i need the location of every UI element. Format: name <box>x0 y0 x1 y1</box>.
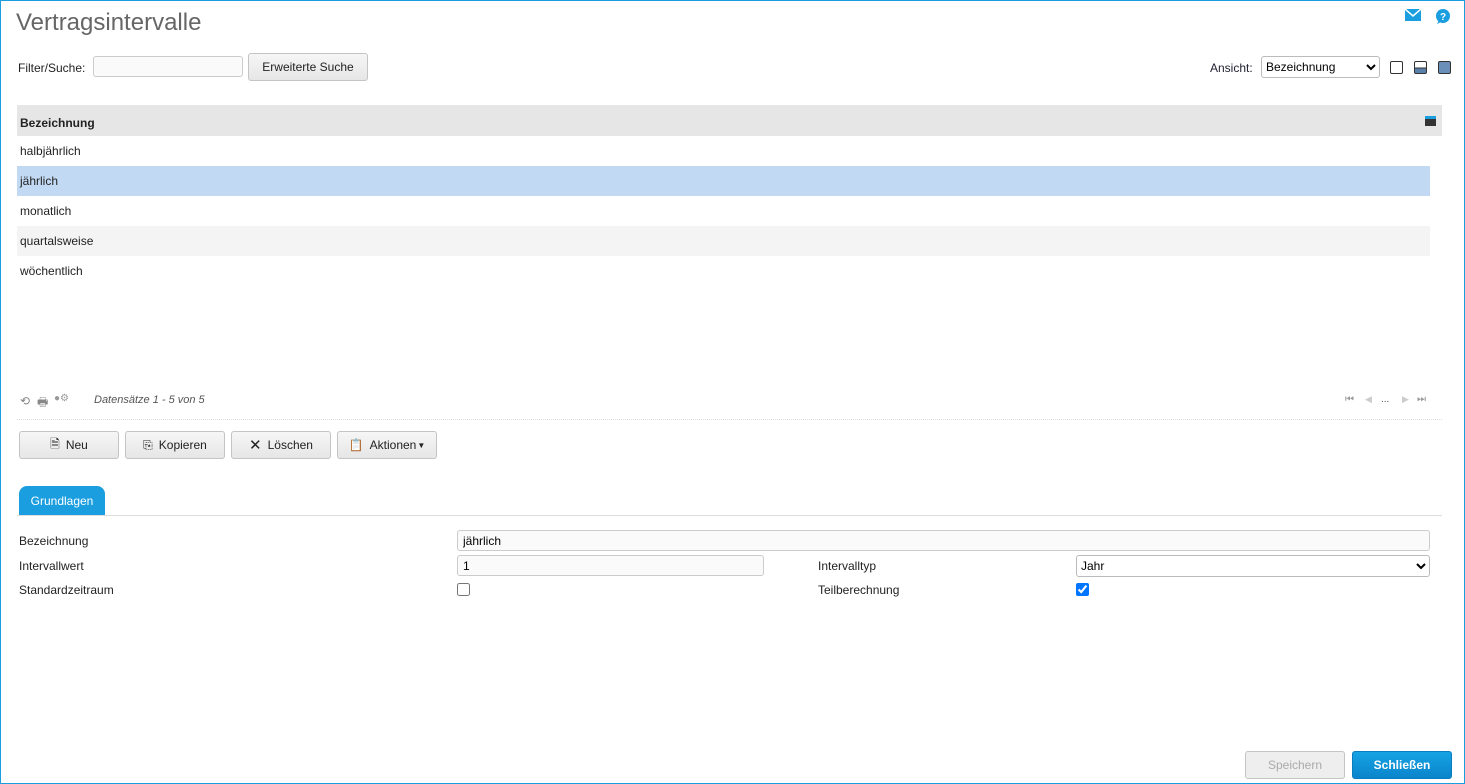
prev-page-icon[interactable]: ◀ <box>1365 394 1372 405</box>
delete-label: Löschen <box>267 438 313 452</box>
column-header-bezeichnung[interactable]: Bezeichnung <box>20 116 95 130</box>
data-grid: Bezeichnung halbjährlich jährlich monatl… <box>17 105 1442 286</box>
intervalltyp-label: Intervalltyp <box>818 559 877 573</box>
actions-label: Aktionen <box>369 438 417 452</box>
bezeichnung-input[interactable] <box>457 530 1430 551</box>
table-row[interactable]: halbjährlich <box>17 136 1430 166</box>
save-button[interactable]: Speichern <box>1245 751 1345 779</box>
document-icon: 🗎 <box>50 436 60 451</box>
copy-button[interactable]: ⎘ Kopieren <box>125 431 225 459</box>
record-count: Datensätze 1 - 5 von 5 <box>94 394 205 406</box>
standardzeitraum-checkbox[interactable] <box>457 583 470 596</box>
new-button[interactable]: 🗎 Neu <box>19 431 119 459</box>
teilberechnung-label: Teilberechnung <box>818 583 900 597</box>
actions-button[interactable]: 📋 Aktionen ▼ <box>337 431 437 459</box>
intervallwert-input[interactable] <box>457 555 764 576</box>
view-label: Ansicht: <box>1210 61 1253 75</box>
svg-text:?: ? <box>1440 12 1446 23</box>
view-select[interactable]: Bezeichnung <box>1261 56 1380 78</box>
view-layout-full-icon[interactable] <box>1438 61 1451 74</box>
mail-icon[interactable] <box>1404 8 1422 27</box>
delete-button[interactable]: ✕ Löschen <box>231 431 331 459</box>
refresh-icon[interactable]: ⟲ <box>20 394 30 408</box>
copy-label: Kopieren <box>158 438 207 452</box>
table-row[interactable]: wöchentlich <box>17 256 1430 286</box>
window: Vertragsintervalle ? Filter/Suche: Erwei… <box>0 0 1465 784</box>
filter-input[interactable] <box>93 56 243 77</box>
view-layout-single-icon[interactable] <box>1390 61 1403 74</box>
next-page-icon[interactable]: ▶ <box>1402 394 1409 405</box>
column-chooser-icon[interactable] <box>1425 116 1436 126</box>
page-ellipsis[interactable]: ... <box>1381 394 1389 405</box>
teilberechnung-checkbox[interactable] <box>1076 583 1089 596</box>
first-page-icon[interactable]: ⏮ <box>1345 394 1354 405</box>
page-title: Vertragsintervalle <box>16 9 202 36</box>
settings-icon[interactable]: ●⚙ <box>54 393 69 404</box>
tab-grundlagen[interactable]: Grundlagen <box>19 486 105 515</box>
close-button[interactable]: Schließen <box>1352 751 1452 779</box>
intervalltyp-select[interactable]: Jahr <box>1076 555 1430 577</box>
last-page-icon[interactable]: ⏭ <box>1417 394 1426 405</box>
intervallwert-label: Intervallwert <box>19 559 84 573</box>
new-label: Neu <box>65 438 88 452</box>
help-icon[interactable]: ? <box>1435 9 1450 27</box>
close-icon: ✕ <box>249 437 262 454</box>
clipboard-icon: 📋 <box>348 438 364 452</box>
table-row[interactable]: monatlich <box>17 196 1430 226</box>
advanced-search-button[interactable]: Erweiterte Suche <box>248 53 368 81</box>
table-row[interactable]: quartalsweise <box>17 226 1430 256</box>
print-icon[interactable]: 🖶 <box>37 393 48 414</box>
bezeichnung-label: Bezeichnung <box>19 534 89 548</box>
standardzeitraum-label: Standardzeitraum <box>19 583 114 597</box>
table-row[interactable]: jährlich <box>17 166 1430 196</box>
caret-down-icon: ▼ <box>417 440 426 450</box>
filter-label: Filter/Suche: <box>18 61 86 75</box>
view-layout-split-icon[interactable] <box>1414 61 1427 74</box>
copy-icon: ⎘ <box>143 437 153 452</box>
